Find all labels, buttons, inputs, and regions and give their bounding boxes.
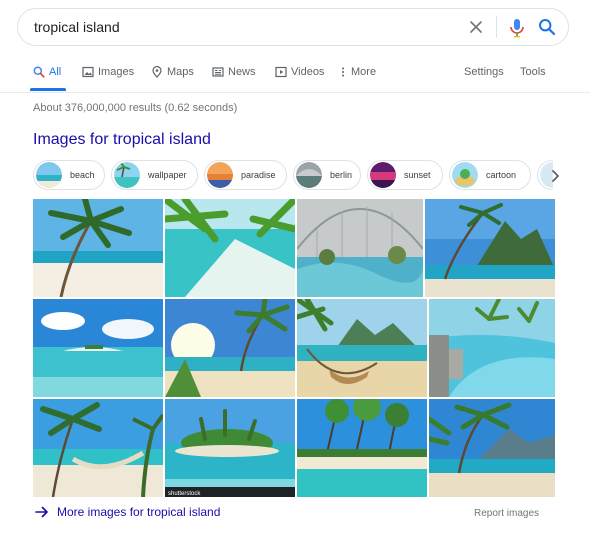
search-input[interactable]: tropical island <box>34 19 120 35</box>
search-bar[interactable]: tropical island <box>17 8 569 46</box>
active-tab-indicator <box>30 88 66 91</box>
image-result[interactable] <box>33 199 163 297</box>
chip-thumbnail <box>296 162 322 188</box>
settings-link[interactable]: Settings <box>464 66 504 78</box>
image-result[interactable] <box>425 199 555 297</box>
image-chips: beach wallpaper paradise berlin sunset c… <box>33 160 553 192</box>
chip-thumbnail <box>36 162 62 188</box>
search-icon <box>33 66 45 78</box>
search-bar-divider <box>496 16 497 38</box>
image-result[interactable] <box>297 199 423 297</box>
tab-label: Maps <box>167 66 194 78</box>
results-stats: About 376,000,000 results (0.62 seconds) <box>33 102 238 114</box>
chip-paradise[interactable]: paradise <box>204 160 287 190</box>
tab-news[interactable]: News <box>212 66 256 92</box>
chip-cartoon[interactable]: cartoon <box>449 160 531 190</box>
map-pin-icon <box>152 66 162 78</box>
tab-label: All <box>49 66 62 78</box>
chip-label: cartoon <box>486 170 517 180</box>
chip-wallpaper[interactable]: wallpaper <box>111 160 198 190</box>
more-images-link[interactable]: More images for tropical island <box>35 503 220 521</box>
image-icon <box>82 66 94 78</box>
chip-label: wallpaper <box>148 170 187 180</box>
image-result[interactable] <box>33 299 163 397</box>
tab-more[interactable]: More <box>339 66 376 92</box>
chip-label: beach <box>70 170 95 180</box>
tab-label: Images <box>98 66 135 78</box>
chip-thumbnail <box>114 162 140 188</box>
chip-berlin[interactable]: berlin <box>293 160 361 190</box>
tab-maps[interactable]: Maps <box>151 66 194 92</box>
tab-label: Videos <box>291 66 325 78</box>
tab-images[interactable]: Images <box>82 66 134 92</box>
arrow-right-icon <box>35 506 48 518</box>
chip-label: paradise <box>241 170 276 180</box>
news-icon <box>212 67 224 77</box>
chip-label: sunset <box>404 170 431 180</box>
tab-label: More <box>351 66 377 78</box>
tab-label: News <box>228 66 256 78</box>
chip-thumbnail <box>207 162 233 188</box>
more-vertical-icon <box>342 67 344 77</box>
chip-label: berlin <box>330 170 353 180</box>
image-result[interactable] <box>33 399 163 497</box>
play-icon <box>275 66 287 78</box>
image-result[interactable]: shutterstock <box>165 399 295 497</box>
image-result[interactable] <box>297 399 427 497</box>
more-images-label: More images for tropical island <box>57 505 221 519</box>
search-tabs: All Images Maps News Videos More Setting… <box>0 58 590 92</box>
close-icon[interactable] <box>468 19 484 35</box>
chip-thumbnail <box>452 162 478 188</box>
image-result[interactable] <box>297 299 427 397</box>
microphone-icon[interactable] <box>507 17 527 39</box>
image-grid: shutterstock <box>33 199 555 497</box>
watermark-text: shutterstock <box>168 491 201 497</box>
chip-beach[interactable]: beach <box>33 160 105 190</box>
chip-sunset[interactable]: sunset <box>367 160 443 190</box>
tabs-divider <box>0 92 590 93</box>
search-icon[interactable] <box>538 18 556 36</box>
image-result[interactable] <box>165 299 295 397</box>
report-images-link[interactable]: Report images <box>474 508 539 519</box>
tab-videos[interactable]: Videos <box>275 66 324 92</box>
tools-link[interactable]: Tools <box>520 66 546 78</box>
image-result[interactable] <box>429 299 555 397</box>
image-result[interactable] <box>165 199 295 297</box>
chip-thumbnail <box>370 162 396 188</box>
image-result[interactable] <box>429 399 555 497</box>
images-section-heading[interactable]: Images for tropical island <box>33 131 211 149</box>
chevron-right-icon[interactable] <box>549 169 561 183</box>
